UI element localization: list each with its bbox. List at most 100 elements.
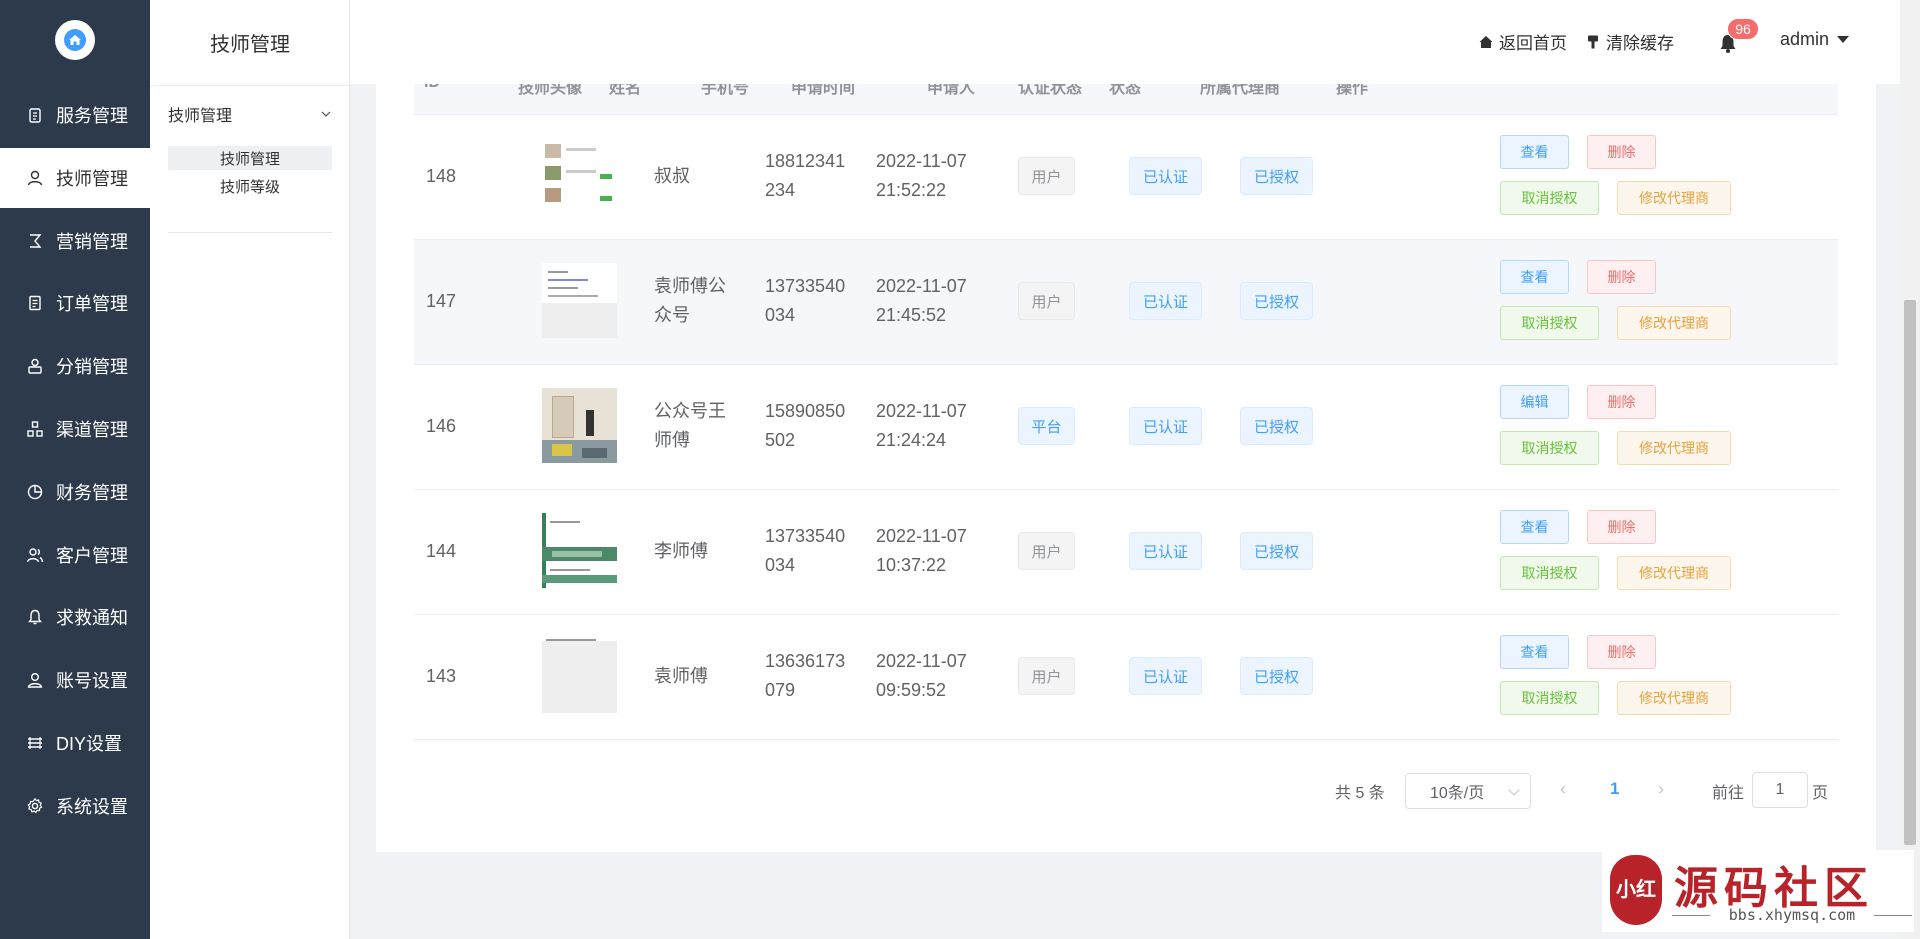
view-button[interactable]: 查看: [1500, 635, 1569, 669]
cancel-authorization-button[interactable]: 取消授权: [1500, 431, 1599, 465]
view-button[interactable]: 查看: [1500, 135, 1569, 169]
scrollbar-thumb[interactable]: [1904, 300, 1916, 845]
goto-page-input[interactable]: 1: [1752, 772, 1808, 808]
modify-agent-button[interactable]: 修改代理商: [1617, 431, 1731, 465]
cancel-authorization-button[interactable]: 取消授权: [1500, 681, 1599, 715]
delete-button[interactable]: 删除: [1587, 385, 1656, 419]
cell-phone-line1: 18812341: [765, 151, 846, 171]
page-number-current[interactable]: 1: [1610, 779, 1619, 799]
edit-button[interactable]: 编辑: [1500, 385, 1569, 419]
view-button[interactable]: 查看: [1500, 260, 1569, 294]
sidebar-item-distribution[interactable]: 分销管理: [0, 336, 150, 396]
cell-id: 144: [426, 541, 457, 561]
delete-button[interactable]: 删除: [1587, 635, 1656, 669]
status-tag: 已授权: [1240, 157, 1313, 195]
home-link[interactable]: 返回首页: [1478, 29, 1567, 54]
cell-phone: 13733540 034: [765, 522, 845, 580]
technician-avatar[interactable]: [542, 513, 617, 588]
technician-avatar[interactable]: [542, 388, 617, 463]
cell-date: 2022-11-07: [876, 651, 967, 671]
modify-agent-button[interactable]: 修改代理商: [1617, 306, 1731, 340]
sidebar-item-channel[interactable]: 渠道管理: [0, 399, 150, 459]
cell-phone-line2: 079: [765, 680, 796, 700]
cancel-authorization-button[interactable]: 取消授权: [1500, 556, 1599, 590]
order-icon: [24, 292, 46, 314]
cell-phone-line2: 034: [765, 305, 796, 325]
sidebar-item-diy-settings[interactable]: DIY设置: [0, 713, 150, 773]
bell-icon: [24, 606, 46, 628]
notification-badge: 96: [1727, 18, 1759, 40]
sidebar-item-account-settings[interactable]: 账号设置: [0, 650, 150, 710]
column-header-status: 状态: [1109, 84, 1142, 97]
cell-id: 143: [426, 666, 457, 686]
table-row: 143 袁师傅 13636173 079 2022-11-07 09:59:52 用户 已认证…: [414, 615, 1838, 740]
sidebar-item-system-settings[interactable]: 系统设置: [0, 776, 150, 836]
cell-phone-line1: 13733540: [765, 526, 846, 546]
column-header-agent: 所属代理商: [1200, 84, 1281, 97]
cell-name-line1: 李师傅: [654, 541, 708, 561]
page-size-value: 10条/页: [1430, 785, 1485, 802]
sidebar-item-label: 渠道管理: [56, 420, 128, 440]
sidebar-item-finance[interactable]: 财务管理: [0, 462, 150, 522]
cert-status-tag: 已认证: [1129, 407, 1202, 445]
cell-phone: 13733540 034: [765, 272, 845, 330]
cell-name-line2: 师傅: [654, 430, 690, 450]
sidebar-item-technician[interactable]: 技师管理: [0, 147, 150, 208]
cell-time: 21:45:52: [876, 305, 947, 325]
sidebar-item-customer[interactable]: 客户管理: [0, 525, 150, 585]
status-tag: 已授权: [1240, 282, 1313, 320]
pie-chart-icon: [24, 481, 46, 503]
modify-agent-button[interactable]: 修改代理商: [1617, 681, 1731, 715]
cell-apply-time: 2022-11-07 10:37:22: [876, 522, 967, 580]
sub-sidebar: 技师管理 技师管理 技师管理 技师等级: [150, 0, 350, 939]
technician-avatar[interactable]: [542, 263, 617, 338]
account-icon: [24, 669, 46, 691]
prev-page-button[interactable]: ‹: [1560, 779, 1566, 800]
cert-status-tag: 已认证: [1129, 657, 1202, 695]
cell-time: 09:59:52: [876, 680, 947, 700]
delete-button[interactable]: 删除: [1587, 135, 1656, 169]
clear-cache-button[interactable]: 清除缓存: [1585, 29, 1674, 54]
delete-button[interactable]: 删除: [1587, 510, 1656, 544]
cell-date: 2022-11-07: [876, 276, 967, 296]
table-row: 147 袁师傅公 众号 13733540 034 2022-11-07 21:45:52 用户…: [414, 240, 1838, 365]
modify-agent-button[interactable]: 修改代理商: [1617, 556, 1731, 590]
applicant-tag: 用户: [1018, 282, 1075, 320]
cell-name: 公众号王 师傅: [654, 397, 726, 455]
watermark-seal: 小红: [1610, 855, 1662, 925]
technician-avatar[interactable]: [542, 638, 617, 713]
chevron-down-icon: [321, 111, 331, 117]
modify-agent-button[interactable]: 修改代理商: [1617, 181, 1731, 215]
logo[interactable]: [55, 20, 95, 60]
username: admin: [1780, 29, 1830, 49]
cell-phone-line2: 034: [765, 555, 796, 575]
cert-status-tag: 已认证: [1129, 532, 1202, 570]
user-menu[interactable]: admin: [1780, 29, 1850, 50]
cancel-authorization-button[interactable]: 取消授权: [1500, 181, 1599, 215]
cancel-authorization-button[interactable]: 取消授权: [1500, 306, 1599, 340]
column-header-applicant: 申请人: [927, 84, 976, 97]
main-panel: ID 技师头像 姓名 手机号 申请时间 申请人 认证状态 状态 所属代理商 操作…: [376, 84, 1876, 852]
view-button[interactable]: 查看: [1500, 510, 1569, 544]
sidebar-item-order[interactable]: 订单管理: [0, 273, 150, 333]
delete-button[interactable]: 删除: [1587, 260, 1656, 294]
page-size-select[interactable]: 10条/页: [1405, 773, 1531, 809]
subnav-item-technician-level[interactable]: 技师等级: [168, 174, 332, 198]
cell-id: 146: [426, 416, 457, 436]
cell-name: 袁师傅公 众号: [654, 272, 726, 330]
home-icon: [1479, 35, 1493, 48]
subnav-group-technician[interactable]: 技师管理: [168, 100, 332, 128]
technician-avatar[interactable]: [542, 138, 617, 213]
home-link-label: 返回首页: [1499, 34, 1567, 53]
sidebar-item-service[interactable]: 服务管理: [0, 85, 150, 145]
column-header-actions: 操作: [1336, 84, 1369, 97]
next-page-button[interactable]: ›: [1658, 779, 1664, 800]
watermark: 小红 源码社区 bbs.xhymsq.com: [1602, 850, 1914, 932]
cell-phone: 15890850 502: [765, 397, 845, 455]
sidebar-item-marketing[interactable]: 营销管理: [0, 211, 150, 271]
cell-phone-line1: 13636173: [765, 651, 846, 671]
sidebar-item-label: 营销管理: [56, 231, 128, 252]
cell-apply-time: 2022-11-07 21:24:24: [876, 397, 967, 455]
sidebar-item-sos-notice[interactable]: 求救通知: [0, 587, 150, 647]
subnav-item-technician-manage[interactable]: 技师管理: [168, 146, 332, 170]
